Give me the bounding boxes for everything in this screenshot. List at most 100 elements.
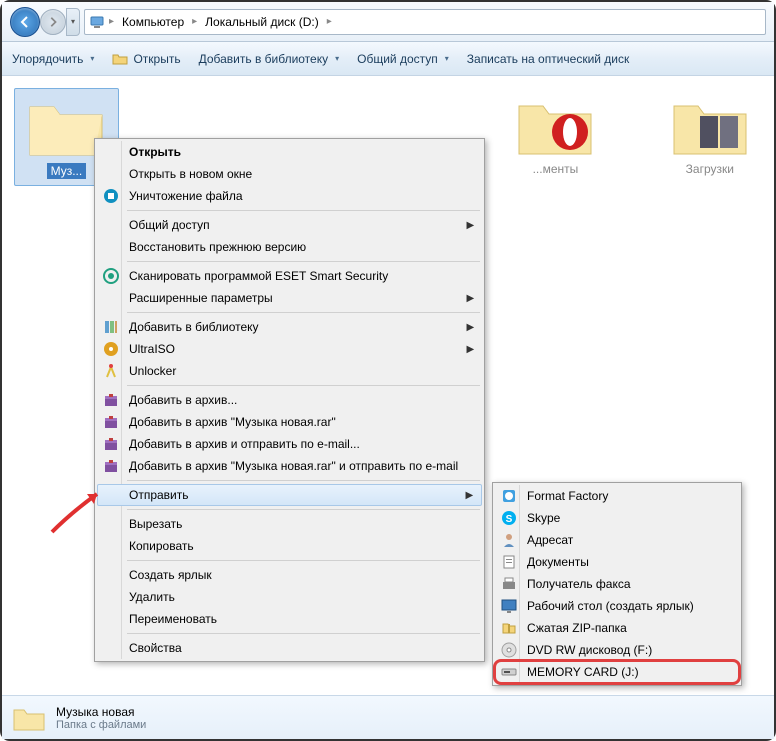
ctx-destroy-file[interactable]: Уничтожение файла (97, 185, 482, 207)
ctx-restore-previous[interactable]: Восстановить прежнюю версию (97, 236, 482, 258)
format-factory-icon (501, 488, 517, 504)
ctx-label: Общий доступ (129, 218, 210, 232)
skype-icon: S (501, 510, 517, 526)
ctx-label: Уничтожение файла (129, 189, 243, 203)
sub-label: Format Factory (527, 489, 608, 503)
forward-button[interactable] (40, 9, 66, 35)
folder-label: Загрузки (686, 162, 734, 176)
open-button[interactable]: Открыть (112, 51, 180, 67)
chevron-right-icon: ▸ (325, 16, 334, 27)
ctx-share[interactable]: Общий доступ ▶ (97, 214, 482, 236)
nav-history-dropdown[interactable]: ▾ (66, 8, 80, 36)
ctx-label: Добавить в архив "Музыка новая.rar" (129, 415, 336, 429)
share-button[interactable]: Общий доступ ▾ (357, 52, 449, 66)
ctx-label: Копировать (129, 539, 194, 553)
chevron-right-icon: ▶ (466, 322, 474, 333)
organize-label: Упорядочить (12, 52, 83, 66)
folder-label: Муз... (47, 163, 87, 179)
ctx-eset-advanced[interactable]: Расширенные параметры▶ (97, 287, 482, 309)
status-title: Музыка новая (56, 705, 146, 719)
status-subtitle: Папка с файлами (56, 719, 146, 731)
ctx-label: Удалить (129, 590, 175, 604)
sendto-format-factory[interactable]: Format Factory (495, 485, 739, 507)
ctx-open[interactable]: Открыть (97, 141, 482, 163)
ctx-properties[interactable]: Свойства (97, 637, 482, 659)
chevron-down-icon: ▾ (90, 54, 94, 63)
svg-text:S: S (506, 514, 513, 525)
contact-icon (501, 532, 517, 548)
burn-label: Записать на оптический диск (467, 52, 630, 66)
chevron-right-icon: ▸ (107, 16, 116, 27)
status-bar: Музыка новая Папка с файлами (2, 695, 774, 739)
ctx-winrar-add[interactable]: Добавить в архив... (97, 389, 482, 411)
folder-downloads[interactable]: Загрузки (658, 88, 762, 182)
add-to-library-button[interactable]: Добавить в библиотеку▾ (199, 52, 340, 66)
back-button[interactable] (10, 7, 40, 37)
breadcrumb[interactable]: ▸ Компьютер ▸ Локальный диск (D:) ▸ (84, 9, 766, 35)
chevron-down-icon: ▾ (445, 54, 449, 63)
ctx-copy[interactable]: Копировать (97, 535, 482, 557)
winrar-icon (103, 414, 119, 430)
ctx-open-new-window[interactable]: Открыть в новом окне (97, 163, 482, 185)
sendto-skype[interactable]: S Skype (495, 507, 739, 529)
desktop-icon (501, 598, 517, 614)
sub-label: Получатель факса (527, 577, 631, 591)
ctx-winrar-add-named[interactable]: Добавить в архив "Музыка новая.rar" (97, 411, 482, 433)
sendto-contact[interactable]: Адресат (495, 529, 739, 551)
ctx-label: Добавить в архив "Музыка новая.rar" и от… (129, 459, 458, 473)
sub-label: DVD RW дисковод (F:) (527, 643, 652, 657)
share-label: Общий доступ (357, 52, 438, 66)
sendto-dvd-drive[interactable]: DVD RW дисковод (F:) (495, 639, 739, 661)
chevron-right-icon: ▶ (466, 220, 474, 231)
sendto-documents[interactable]: Документы (495, 551, 739, 573)
arrow-left-icon (18, 15, 32, 29)
organize-button[interactable]: Упорядочить ▾ (12, 52, 94, 66)
ctx-create-shortcut[interactable]: Создать ярлык (97, 564, 482, 586)
sub-label: Рабочий стол (создать ярлык) (527, 599, 694, 613)
arrow-right-icon (47, 16, 59, 28)
zip-icon (501, 620, 517, 636)
sendto-desktop-shortcut[interactable]: Рабочий стол (создать ярлык) (495, 595, 739, 617)
disc-icon (501, 642, 517, 658)
folder-opera-icon (515, 94, 595, 158)
unlocker-icon (103, 363, 119, 379)
burn-button[interactable]: Записать на оптический диск (467, 52, 630, 66)
sendto-fax[interactable]: Получатель факса (495, 573, 739, 595)
ctx-unlocker[interactable]: Unlocker (97, 360, 482, 382)
ctx-label: Переименовать (129, 612, 217, 626)
sendto-zip[interactable]: Сжатая ZIP-папка (495, 617, 739, 639)
winrar-icon (103, 392, 119, 408)
documents-icon (501, 554, 517, 570)
folder-downloads-icon (670, 94, 750, 158)
folder-obscured[interactable]: ...менты (503, 88, 607, 182)
ctx-label: Добавить в библиотеку (129, 320, 259, 334)
fax-icon (501, 576, 517, 592)
ctx-winrar-email[interactable]: Добавить в архив и отправить по e-mail..… (97, 433, 482, 455)
ctx-label: Вырезать (129, 517, 182, 531)
ctx-label: Добавить в архив и отправить по e-mail..… (129, 437, 360, 451)
eset-icon (103, 268, 119, 284)
ctx-cut[interactable]: Вырезать (97, 513, 482, 535)
ctx-winrar-named-email[interactable]: Добавить в архив "Музыка новая.rar" и от… (97, 455, 482, 477)
nav-buttons: ▾ (10, 7, 80, 37)
chevron-right-icon: ▸ (190, 16, 199, 27)
ctx-rename[interactable]: Переименовать (97, 608, 482, 630)
ctx-add-to-library[interactable]: Добавить в библиотеку ▶ (97, 316, 482, 338)
crumb-drive-d[interactable]: Локальный диск (D:) (201, 13, 323, 31)
sub-label: Сжатая ZIP-папка (527, 621, 627, 635)
ctx-label: UltraISO (129, 342, 175, 356)
sub-label: MEMORY CARD (J:) (527, 665, 639, 679)
ctx-ultraiso[interactable]: UltraISO▶ (97, 338, 482, 360)
folder-open-icon (112, 51, 128, 67)
crumb-computer[interactable]: Компьютер (118, 13, 188, 31)
folder-label: ...менты (533, 162, 579, 176)
ctx-label: Unlocker (129, 364, 176, 378)
ctx-label: Восстановить прежнюю версию (129, 240, 306, 254)
sub-label: Адресат (527, 533, 573, 547)
ctx-eset-scan[interactable]: Сканировать программой ESET Smart Securi… (97, 265, 482, 287)
folder-icon (12, 704, 46, 732)
ctx-send-to[interactable]: Отправить▶ (97, 484, 482, 506)
ctx-delete[interactable]: Удалить (97, 586, 482, 608)
sub-label: Документы (527, 555, 589, 569)
sendto-memory-card[interactable]: MEMORY CARD (J:) (495, 661, 739, 683)
